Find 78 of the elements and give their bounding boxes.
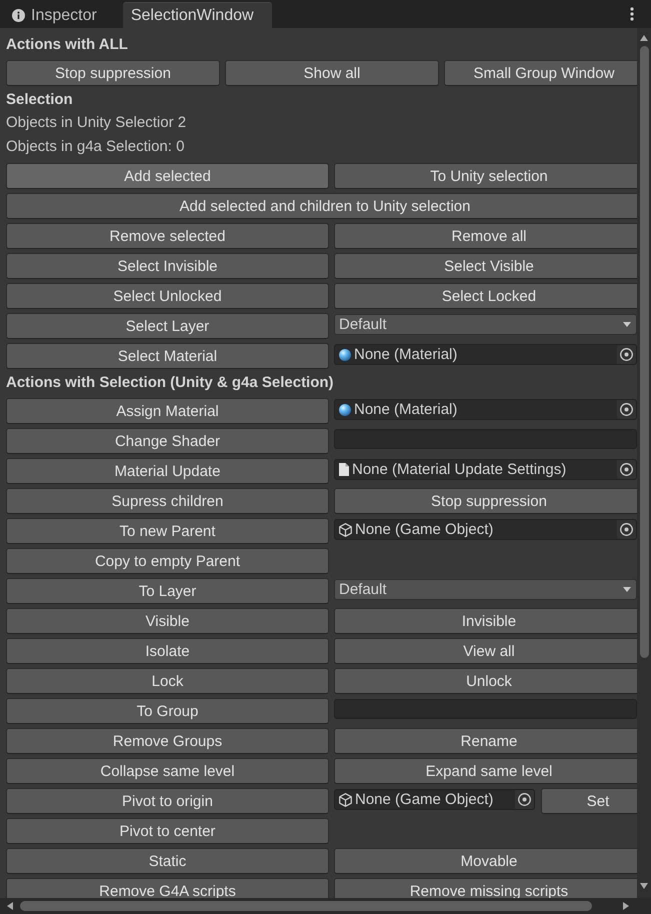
- scrollbar-thumb[interactable]: [640, 46, 648, 658]
- object-field[interactable]: None (Game Object): [334, 519, 637, 540]
- action-button[interactable]: Invisible: [334, 608, 637, 634]
- action-button[interactable]: Copy to empty Parent: [6, 548, 329, 574]
- sphere-icon: [339, 404, 351, 416]
- horizontal-scrollbar[interactable]: [0, 898, 651, 914]
- scroll-right-icon[interactable]: [623, 902, 629, 910]
- action-button[interactable]: Set: [541, 788, 637, 814]
- object-picker-button[interactable]: [617, 460, 636, 479]
- action-button[interactable]: Select Visible: [334, 253, 637, 279]
- action-button[interactable]: Select Layer: [6, 313, 329, 339]
- action-button[interactable]: Small Group Window: [444, 60, 637, 86]
- action-button[interactable]: Rename: [334, 728, 637, 754]
- action-button[interactable]: Assign Material: [6, 398, 329, 424]
- info-text: Objects in Unity Selectior 2: [6, 113, 186, 133]
- object-picker-button[interactable]: [617, 400, 636, 419]
- object-picker-button[interactable]: [617, 345, 636, 364]
- info-text: Objects in g4a Selection: 0: [6, 137, 184, 157]
- picker-icon: [620, 403, 633, 416]
- action-button[interactable]: Movable: [334, 848, 637, 874]
- dropdown-field[interactable]: Default: [334, 314, 637, 335]
- action-button[interactable]: To Group: [6, 698, 329, 724]
- scroll-down-icon[interactable]: [640, 883, 648, 889]
- object-picker-button[interactable]: [617, 520, 636, 539]
- object-field[interactable]: None (Material): [334, 399, 637, 420]
- scroll-up-icon[interactable]: [640, 35, 648, 41]
- picker-icon: [620, 348, 633, 361]
- object-field[interactable]: None (Material): [334, 344, 637, 365]
- object-picker-button[interactable]: [515, 790, 534, 809]
- action-button[interactable]: To Layer: [6, 578, 329, 604]
- section-heading: Actions with Selection (Unity & g4a Selection): [6, 373, 334, 393]
- action-button[interactable]: Add selected: [6, 163, 329, 189]
- action-button[interactable]: View all: [334, 638, 637, 664]
- action-button[interactable]: Select Invisible: [6, 253, 329, 279]
- caret-icon: [623, 322, 631, 327]
- action-button[interactable]: To new Parent: [6, 518, 329, 544]
- sphere-icon: [339, 348, 351, 360]
- action-button[interactable]: Unlock: [334, 668, 637, 694]
- action-button[interactable]: Select Locked: [334, 283, 637, 309]
- section-heading: Actions with ALL: [6, 35, 128, 55]
- action-button[interactable]: Remove all: [334, 223, 637, 249]
- object-field[interactable]: None (Game Object): [334, 789, 535, 810]
- action-button[interactable]: Select Material: [6, 343, 329, 369]
- action-button[interactable]: Change Shader: [6, 428, 329, 454]
- action-button[interactable]: Pivot to center: [6, 818, 329, 844]
- action-button[interactable]: Visible: [6, 608, 329, 634]
- action-button[interactable]: Remove selected: [6, 223, 329, 249]
- action-button[interactable]: Collapse same level: [6, 758, 329, 784]
- action-button[interactable]: Static: [6, 848, 329, 874]
- action-button[interactable]: Add selected and children to Unity selection: [6, 193, 637, 219]
- action-button[interactable]: Stop suppression: [6, 60, 220, 86]
- dropdown-field[interactable]: Default: [334, 579, 637, 600]
- action-button[interactable]: Supress children: [6, 488, 329, 514]
- cube-icon: [339, 522, 352, 536]
- document-icon: [339, 463, 349, 476]
- action-button[interactable]: Remove Groups: [6, 728, 329, 754]
- action-button[interactable]: Pivot to origin: [6, 788, 329, 814]
- action-button[interactable]: Isolate: [6, 638, 329, 664]
- tab[interactable]: SelectionWindow: [122, 2, 272, 28]
- object-field[interactable]: None (Material Update Settings): [334, 459, 637, 480]
- action-button[interactable]: Select Unlocked: [6, 283, 329, 309]
- scrollbar-thumb[interactable]: [20, 901, 592, 911]
- action-button[interactable]: Lock: [6, 668, 329, 694]
- action-button[interactable]: Show all: [225, 60, 439, 86]
- picker-icon: [518, 793, 531, 806]
- action-button[interactable]: Expand same level: [334, 758, 637, 784]
- section-heading: Selection: [6, 90, 73, 110]
- action-button[interactable]: Stop suppression: [334, 488, 637, 514]
- action-button[interactable]: Material Update: [6, 458, 329, 484]
- menu-icon[interactable]: [630, 7, 634, 21]
- action-button[interactable]: To Unity selection: [334, 163, 637, 189]
- tab[interactable]: Inspector: [0, 2, 121, 28]
- picker-icon: [620, 463, 633, 476]
- cube-icon: [339, 792, 352, 806]
- picker-icon: [620, 523, 633, 536]
- scroll-left-icon[interactable]: [7, 902, 13, 910]
- caret-icon: [623, 587, 631, 592]
- vertical-scrollbar[interactable]: [637, 28, 651, 898]
